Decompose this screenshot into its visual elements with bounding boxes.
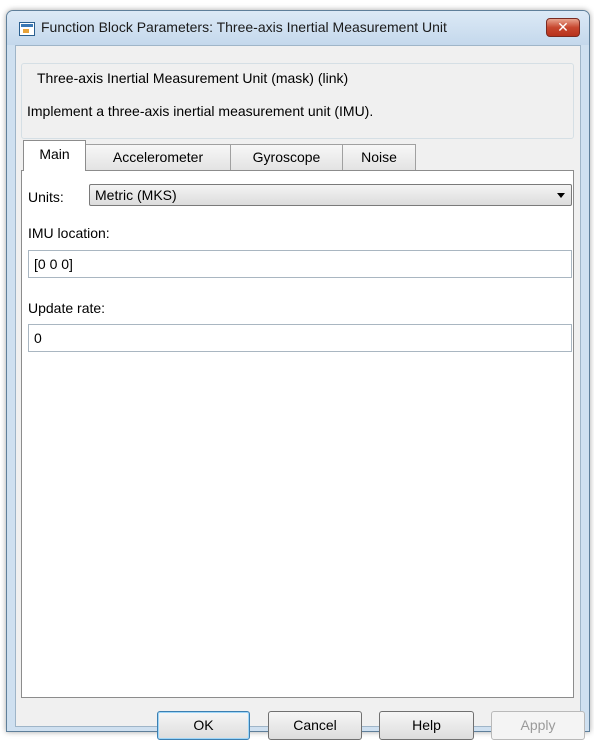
imu-location-label: IMU location:: [28, 225, 110, 241]
tab-strip: Main Accelerometer Gyroscope Noise: [21, 140, 574, 171]
tab-panel-main: Units: Metric (MKS) IMU location: [0 0 0…: [21, 170, 574, 698]
dialog-client-area: Three-axis Inertial Measurement Unit (ma…: [15, 45, 585, 740]
cancel-button[interactable]: Cancel: [268, 711, 362, 740]
tab-label: Accelerometer: [112, 149, 204, 165]
close-button[interactable]: ✕: [546, 18, 580, 37]
units-selected-value: Metric (MKS): [95, 187, 177, 203]
units-label: Units:: [28, 189, 64, 205]
tab-label: Gyroscope: [252, 149, 321, 165]
dialog-window: Function Block Parameters: Three-axis In…: [6, 10, 590, 740]
apply-button: Apply: [491, 711, 585, 740]
help-button[interactable]: Help: [379, 711, 474, 740]
imu-location-input[interactable]: [0 0 0]: [28, 250, 572, 278]
update-rate-input[interactable]: 0: [28, 324, 572, 352]
tab-label: Noise: [361, 149, 397, 165]
simulink-block-icon: [19, 22, 35, 36]
dropdown-arrow-icon: [557, 193, 565, 198]
imu-location-value: [0 0 0]: [34, 256, 73, 272]
units-dropdown[interactable]: Metric (MKS): [89, 184, 572, 206]
window-title: Function Block Parameters: Three-axis In…: [41, 19, 447, 35]
block-description: Implement a three-axis inertial measurem…: [27, 103, 374, 119]
ok-button[interactable]: OK: [157, 711, 250, 740]
update-rate-label: Update rate:: [28, 300, 106, 316]
tab-accelerometer[interactable]: Accelerometer: [85, 144, 231, 170]
block-info-group: Three-axis Inertial Measurement Unit (ma…: [21, 63, 574, 139]
tab-noise[interactable]: Noise: [342, 144, 416, 170]
block-name: Three-axis Inertial Measurement Unit (ma…: [34, 70, 352, 86]
tab-label: Main: [39, 146, 70, 162]
tab-gyroscope[interactable]: Gyroscope: [230, 144, 343, 170]
update-rate-value: 0: [34, 330, 42, 346]
title-bar[interactable]: Function Block Parameters: Three-axis In…: [7, 11, 589, 45]
tab-main[interactable]: Main: [23, 140, 86, 171]
close-icon: ✕: [557, 19, 569, 35]
